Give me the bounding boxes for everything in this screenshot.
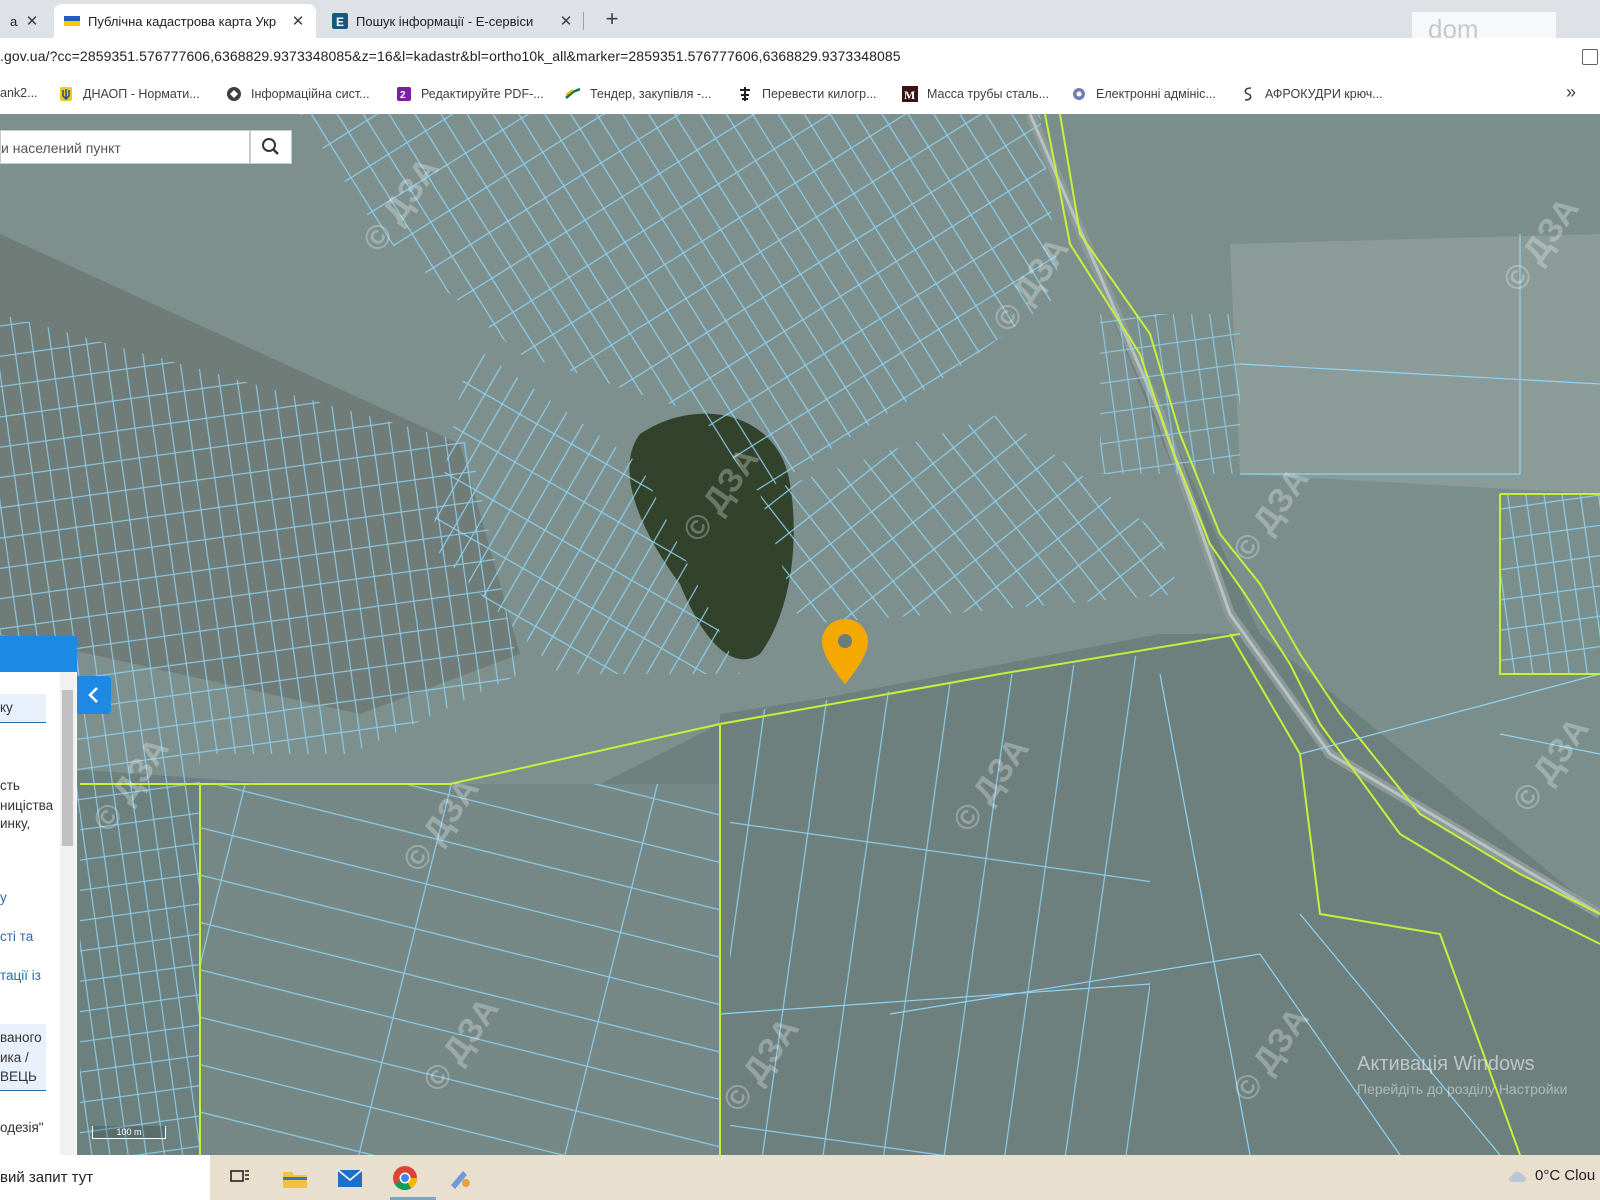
windows-activation-title: Активація Windows xyxy=(1357,1053,1535,1075)
new-tab-button[interactable]: + xyxy=(598,6,626,34)
windows-taskbar: вий запит тут 0°C Clou xyxy=(0,1155,1600,1200)
svg-text:E: E xyxy=(336,15,344,29)
tab-title: алі. xyxy=(10,13,18,29)
close-icon[interactable]: ✕ xyxy=(290,12,306,30)
paint-icon[interactable] xyxy=(445,1163,475,1193)
parcel-grid xyxy=(730,654,1150,1155)
tab-previous[interactable]: алі. ✕ xyxy=(0,4,50,38)
task-view-icon[interactable] xyxy=(225,1163,255,1193)
taskbar-search-input[interactable]: вий запит тут xyxy=(0,1155,210,1200)
windows-activation-subtitle: Перейдіть до розділу Настройки xyxy=(1357,1081,1568,1097)
pdf-editor-icon: 2 xyxy=(397,87,411,101)
panel-link[interactable]: сті та xyxy=(0,929,33,944)
svg-text:2: 2 xyxy=(400,90,406,101)
file-explorer-icon[interactable] xyxy=(280,1163,310,1193)
bookmark-label: Електронні адмініс... xyxy=(1096,87,1216,101)
panel-line: ниціства xyxy=(0,798,54,813)
bookmark-item[interactable]: АФРОКУДРИ крюч... xyxy=(1240,86,1383,102)
ukraine-trident-icon xyxy=(60,87,72,101)
panel-link[interactable]: тації із xyxy=(0,968,41,983)
extension-icon[interactable] xyxy=(1582,49,1598,65)
info-panel-header xyxy=(0,636,77,672)
tab-e-services[interactable]: E Пошук інформації - Е-сервіси ✕ xyxy=(322,4,584,38)
bookmark-item[interactable]: ank2... xyxy=(0,86,38,100)
parcel-grid xyxy=(1500,494,1600,674)
info-system-icon xyxy=(227,87,241,101)
bookmark-label: Редактируйте PDF-... xyxy=(421,87,544,101)
bookmark-item[interactable]: ДНАОП - Нормати... xyxy=(58,86,200,102)
bookmark-label: Масса трубы сталь... xyxy=(927,87,1049,101)
panel-line: сть xyxy=(0,778,20,793)
field-area xyxy=(1230,234,1600,494)
e-services-icon: E xyxy=(332,13,348,29)
tab-separator xyxy=(583,12,584,30)
panel-scroll-thumb[interactable] xyxy=(62,690,73,846)
panel-link[interactable]: у xyxy=(0,890,7,905)
address-bar[interactable]: .gov.ua/?cc=2859351.576777606,6368829.93… xyxy=(0,38,1600,76)
bookmark-label: АФРОКУДРИ крюч... xyxy=(1265,87,1383,101)
tab-title: Публічна кадастрова карта Укр xyxy=(88,13,277,29)
ukraine-flag-icon xyxy=(64,16,80,26)
pipe-mass-icon: M xyxy=(902,86,918,102)
parcel-grid xyxy=(200,784,720,1155)
bookmark-item[interactable]: M Масса трубы сталь... xyxy=(902,86,1049,102)
tender-icon xyxy=(565,87,581,99)
bookmark-item[interactable]: Перевести килогр... xyxy=(737,86,877,102)
map-canvas[interactable]: © ДЗА © ДЗА © ДЗА © ДЗА © ДЗА © ДЗА © ДЗ… xyxy=(0,114,1600,1155)
weather-widget[interactable]: 0°C Clou xyxy=(1507,1167,1595,1184)
bookmark-item[interactable]: Інформаційна сист... xyxy=(226,86,370,102)
cadastral-map[interactable]: © ДЗА © ДЗА © ДЗА © ДЗА © ДЗА © ДЗА © ДЗ… xyxy=(0,114,1600,1155)
svg-text:M: M xyxy=(904,88,915,102)
panel-line: ваного xyxy=(0,1030,42,1045)
map-search-input[interactable]: и населений пункт xyxy=(0,130,250,164)
panel-line: ВЕЦЬ xyxy=(0,1069,37,1084)
cloud-icon xyxy=(1509,1171,1526,1182)
map-scale-bar: 100 m xyxy=(92,1126,166,1139)
gear-icon xyxy=(1073,88,1085,100)
bookmark-item[interactable]: 2 Редактируйте PDF-... xyxy=(396,86,544,102)
tab-title: Пошук інформації - Е-сервіси xyxy=(356,13,534,29)
chevron-left-icon xyxy=(88,687,98,703)
panel-line: ку xyxy=(0,700,13,715)
close-icon[interactable]: ✕ xyxy=(558,12,574,30)
bookmark-label: ДНАОП - Нормати... xyxy=(83,87,200,101)
chrome-icon[interactable] xyxy=(390,1163,420,1193)
scribble-icon xyxy=(1244,87,1252,101)
search-icon xyxy=(262,138,279,155)
panel-line: одезія" xyxy=(0,1120,44,1135)
tab-cadastral-map[interactable]: Публічна кадастрова карта Укр ✕ xyxy=(54,4,316,38)
close-icon[interactable]: ✕ xyxy=(24,12,40,30)
convert-icon xyxy=(740,87,750,101)
bookmarks-overflow-button[interactable]: » xyxy=(1566,82,1576,103)
collapse-panel-button[interactable] xyxy=(77,676,111,714)
bookmarks-bar: ank2... ДНАОП - Нормати... Інформаційна … xyxy=(0,76,1600,115)
panel-line: инку, xyxy=(0,816,31,831)
mail-icon[interactable] xyxy=(335,1163,365,1193)
bookmark-label: ank2... xyxy=(0,86,38,100)
bookmark-label: Тендер, закупівля -... xyxy=(590,87,712,101)
panel-line: ика / xyxy=(0,1050,29,1065)
map-search-button[interactable] xyxy=(250,130,292,164)
bookmark-label: Інформаційна сист... xyxy=(251,87,370,101)
bookmark-item[interactable]: Тендер, закупівля -... xyxy=(565,86,712,102)
browser-tab-strip: алі. ✕ Публічна кадастрова карта Укр ✕ E… xyxy=(0,0,1600,46)
url-text[interactable]: .gov.ua/?cc=2859351.576777606,6368829.93… xyxy=(0,48,901,64)
weather-text: 0°C Clou xyxy=(1535,1167,1596,1184)
bookmark-label: Перевести килогр... xyxy=(762,87,877,101)
parcel-grid xyxy=(1100,314,1240,474)
bookmark-item[interactable]: Електронні адмініс... xyxy=(1071,86,1216,102)
